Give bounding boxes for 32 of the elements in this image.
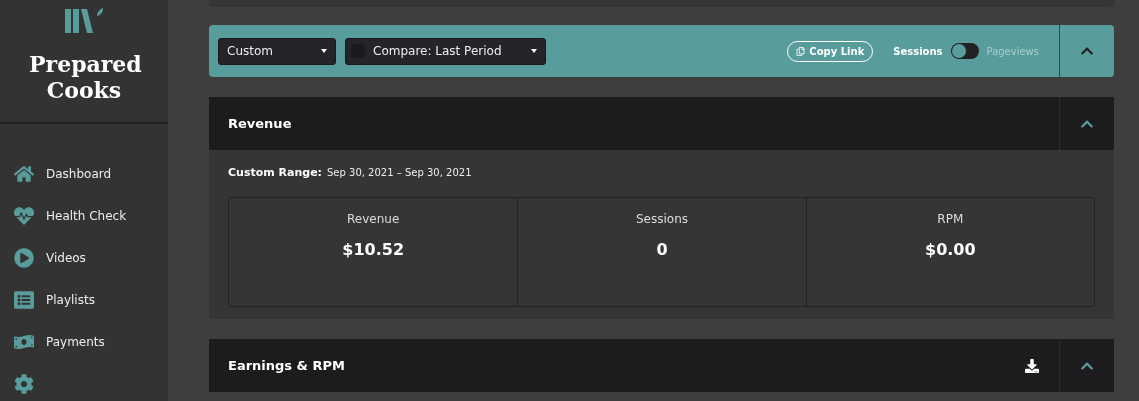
home-icon [14, 164, 34, 184]
metric-toggle[interactable] [950, 43, 979, 59]
brand-name: Prepared Cooks [29, 51, 139, 103]
card-title: Revenue [228, 116, 292, 131]
nav-item[interactable]: Payments [14, 332, 168, 352]
logo-icon [65, 8, 103, 33]
stat-label: RPM [937, 212, 964, 226]
caret-icon [321, 49, 327, 53]
stat-value: $10.52 [342, 240, 405, 259]
nav-item[interactable]: Dashboard [14, 164, 168, 184]
card-title: Earnings & RPM [228, 358, 345, 373]
settings-icon[interactable] [14, 374, 34, 394]
stat-label: Revenue [347, 212, 400, 226]
list-icon [14, 290, 34, 310]
caret-icon [531, 49, 537, 53]
money-icon [14, 332, 34, 352]
range-value: Sep 30, 2021 – Sep 30, 2021 [327, 167, 472, 178]
heartbeat-icon [14, 206, 34, 226]
range-label: Custom Range: [228, 166, 322, 179]
compare-dropdown[interactable]: Compare: Last Period [345, 37, 546, 65]
nav-item[interactable]: Videos [14, 248, 168, 268]
copy-icon [796, 46, 806, 56]
stat-value: 0 [656, 240, 668, 259]
nav-item[interactable]: Health Check [14, 206, 168, 226]
play-icon [14, 248, 34, 268]
download-button[interactable] [1025, 358, 1039, 373]
stat-label: Sessions [635, 212, 688, 226]
stat-value: $0.00 [925, 240, 976, 259]
toggle-label: Pageviews [986, 45, 1039, 57]
range-dropdown[interactable]: Custom [218, 37, 336, 65]
nav-item[interactable]: Playlists [14, 290, 168, 310]
toggle-label: Sessions [893, 45, 943, 57]
